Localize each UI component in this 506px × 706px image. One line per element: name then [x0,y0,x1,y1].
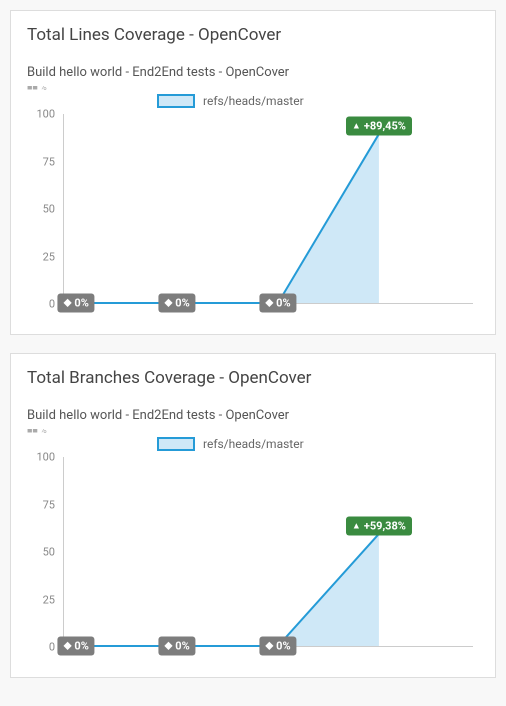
clipped-y-label: ■■ % [27,86,479,92]
data-point-badge[interactable]: 0% [58,637,95,656]
legend-label: refs/heads/master [203,94,304,108]
data-point-badge[interactable]: 0% [259,637,296,656]
panel-title: Total Lines Coverage - OpenCover [27,25,479,45]
y-tick: 25 [43,250,55,263]
panel-title: Total Branches Coverage - OpenCover [27,368,479,388]
clipped-y-label: ■■ % [27,429,479,435]
y-tick: 0 [49,641,55,654]
y-tick: 0 [49,298,55,311]
y-tick: 75 [43,155,55,168]
chart-area: 02550751000%0%0%+59,38% [27,457,479,667]
legend-swatch [157,94,195,108]
panel-subtitle: Build hello world - End2End tests - Open… [27,65,479,80]
chart-panel: Total Branches Coverage - OpenCover Build… [10,353,496,678]
chart-area: 02550751000%0%0%+89,45% [27,114,479,324]
plot-area: 0%0%0%+89,45% [63,114,473,304]
legend-label: refs/heads/master [203,437,304,451]
y-tick: 25 [43,593,55,606]
legend[interactable]: refs/heads/master [157,94,479,108]
data-point-badge[interactable]: 0% [58,294,95,313]
legend[interactable]: refs/heads/master [157,437,479,451]
y-tick: 75 [43,498,55,511]
y-axis: 0255075100 [27,457,59,647]
panel-subtitle: Build hello world - End2End tests - Open… [27,408,479,423]
data-point-badge-increase[interactable]: +59,38% [346,517,412,536]
data-point-badge[interactable]: 0% [259,294,296,313]
area-fill [76,534,379,646]
series-svg [64,114,473,303]
y-tick: 100 [36,108,55,121]
series-svg [64,457,473,646]
data-point-badge[interactable]: 0% [159,637,196,656]
y-axis: 0255075100 [27,114,59,304]
y-tick: 50 [43,203,55,216]
plot-area: 0%0%0%+59,38% [63,457,473,647]
data-point-badge[interactable]: 0% [159,294,196,313]
y-tick: 100 [36,451,55,464]
chart-panel: Total Lines Coverage - OpenCover Build he… [10,10,496,335]
data-point-badge-increase[interactable]: +89,45% [346,117,412,136]
y-tick: 50 [43,546,55,559]
area-fill [76,134,379,303]
legend-swatch [157,437,195,451]
